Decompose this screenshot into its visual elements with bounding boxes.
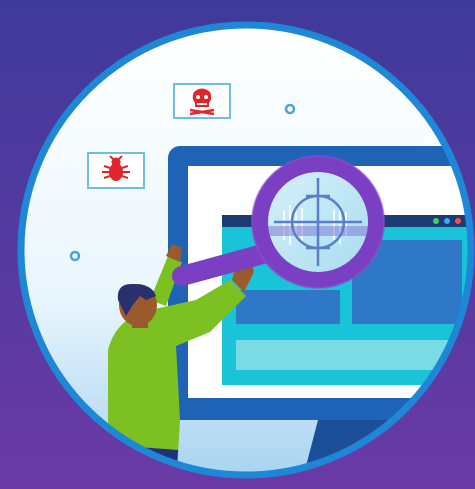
window-dot-red bbox=[455, 218, 461, 224]
window-dot-green bbox=[433, 218, 439, 224]
threat-card-skull bbox=[173, 83, 231, 119]
app-tile bbox=[236, 290, 340, 324]
security-scan-illustration bbox=[0, 0, 475, 489]
app-tile bbox=[236, 340, 458, 370]
threat-card-bug bbox=[87, 152, 145, 189]
window-dot-blue bbox=[444, 218, 450, 224]
